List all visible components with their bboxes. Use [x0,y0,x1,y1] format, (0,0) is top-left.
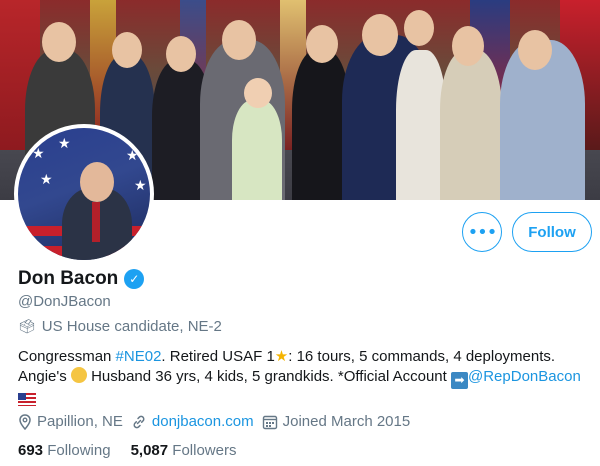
website-link[interactable]: donjbacon.com [152,413,254,430]
profile-label: 🗳 US House candidate, NE-2 [18,318,222,335]
followers-count: 5,087 [130,442,169,459]
us-flag-emoji-icon [18,393,36,406]
banner-face [362,14,398,56]
banner-face [518,30,552,70]
arrow-right-emoji-icon: ➡ [451,372,468,389]
banner-face [404,10,434,46]
banner-face [244,78,272,108]
banner-face [166,36,196,72]
joined-text: Joined March 2015 [282,413,411,430]
location-item: Papillion, NE [18,413,123,430]
banner-face [306,25,338,63]
profile-bio: Congressman #NE02. Retired USAF 1★: 16 t… [18,346,593,412]
following-label: Following [47,442,111,459]
location-pin-icon [19,413,31,430]
bio-text: . Retired USAF 1 [161,348,275,365]
profile-handle: @DonJBacon [18,293,111,310]
ballot-box-icon: 🗳 [18,318,36,335]
profile-name: Don Bacon [18,268,119,289]
calendar-icon [262,415,277,429]
joined-item: Joined March 2015 [262,413,411,430]
followers-stat[interactable]: 5,087 Followers [131,442,237,459]
website-item[interactable]: donjbacon.com [131,413,254,430]
banner-face [112,32,142,68]
star-icon: ★ [126,148,139,164]
profile-stats: 693 Following 5,087 Followers [18,442,236,459]
followers-label: Followers [172,442,237,459]
star-icon: ★ [58,136,71,152]
banner-person [440,50,502,200]
star-icon: ★ [32,146,45,162]
banner-face [222,20,256,60]
following-count: 693 [18,442,44,459]
bio-text: Husband 36 yrs, 4 kids, 5 grandkids. *Of… [86,368,451,385]
profile-name-row: Don Bacon ✓ [18,268,145,290]
avatar-person-face [80,162,114,202]
banner-person [396,50,446,200]
follow-button[interactable]: Follow [512,212,592,252]
star-emoji-icon: ★ [274,347,289,365]
location-text: Papillion, NE [37,413,123,430]
hashtag-link[interactable]: #NE02 [116,348,162,365]
star-icon: ★ [134,178,147,194]
following-stat[interactable]: 693 Following [18,442,111,459]
banner-face [452,26,484,66]
avatar-person-tie [92,202,100,242]
profile-label-text: US House candidate, NE-2 [41,318,222,335]
banner-face [42,22,76,62]
more-options-button[interactable]: ••• [462,212,502,252]
bio-text: Congressman [18,348,116,365]
profile-avatar[interactable]: ★ ★ ★ ★ ★ [14,124,154,264]
profile-meta: Papillion, NE donjbacon.com Joined March… [18,413,410,430]
person-emoji-icon [70,367,87,383]
verified-badge-icon: ✓ [124,269,145,289]
banner-child [232,100,282,200]
link-icon [133,415,145,428]
mention-link[interactable]: @RepDonBacon [468,368,581,385]
star-icon: ★ [40,172,53,188]
